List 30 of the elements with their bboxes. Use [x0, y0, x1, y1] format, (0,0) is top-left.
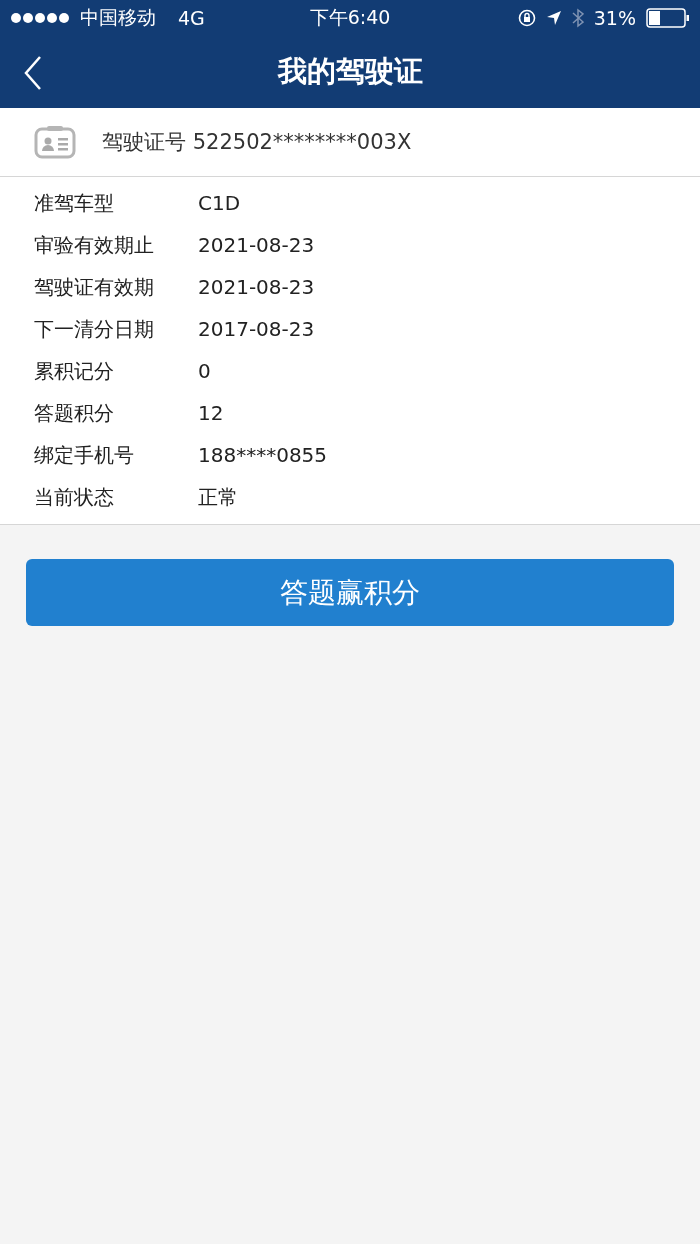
network-type: 4G	[178, 7, 205, 29]
carrier-name: 中国移动	[80, 5, 156, 30]
detail-label: 准驾车型	[34, 189, 115, 217]
detail-label: 答题积分	[34, 399, 115, 427]
detail-label: 累积记分	[34, 357, 115, 385]
detail-label: 审验有效期止	[34, 231, 155, 259]
detail-label: 当前状态	[34, 483, 115, 511]
bluetooth-icon	[571, 8, 584, 28]
detail-value: 正常	[198, 483, 238, 511]
page-title: 我的驾驶证	[277, 53, 423, 90]
back-icon[interactable]	[24, 56, 42, 90]
battery-icon	[646, 8, 690, 28]
battery-percent: 31%	[593, 7, 636, 29]
answer-quiz-button[interactable]: 答题赢积分	[26, 559, 674, 626]
location-icon	[545, 10, 562, 26]
id-card-icon	[34, 125, 76, 159]
rotation-lock-icon	[517, 9, 536, 27]
detail-label: 下一清分日期	[34, 315, 155, 343]
detail-value: 188****0855	[198, 443, 328, 467]
license-number: 驾驶证号 522502********003X	[102, 129, 412, 156]
detail-value: 2017-08-23	[198, 317, 315, 341]
detail-label: 绑定手机号	[34, 441, 135, 469]
detail-label: 驾驶证有效期	[34, 273, 155, 301]
detail-value: 2021-08-23	[198, 233, 315, 257]
detail-value: 0	[198, 359, 211, 383]
signal-icon	[10, 12, 70, 24]
detail-value: 12	[198, 401, 224, 425]
detail-value: 2021-08-23	[198, 275, 315, 299]
status-time: 下午6:40	[309, 5, 391, 30]
detail-value: C1D	[198, 191, 241, 215]
